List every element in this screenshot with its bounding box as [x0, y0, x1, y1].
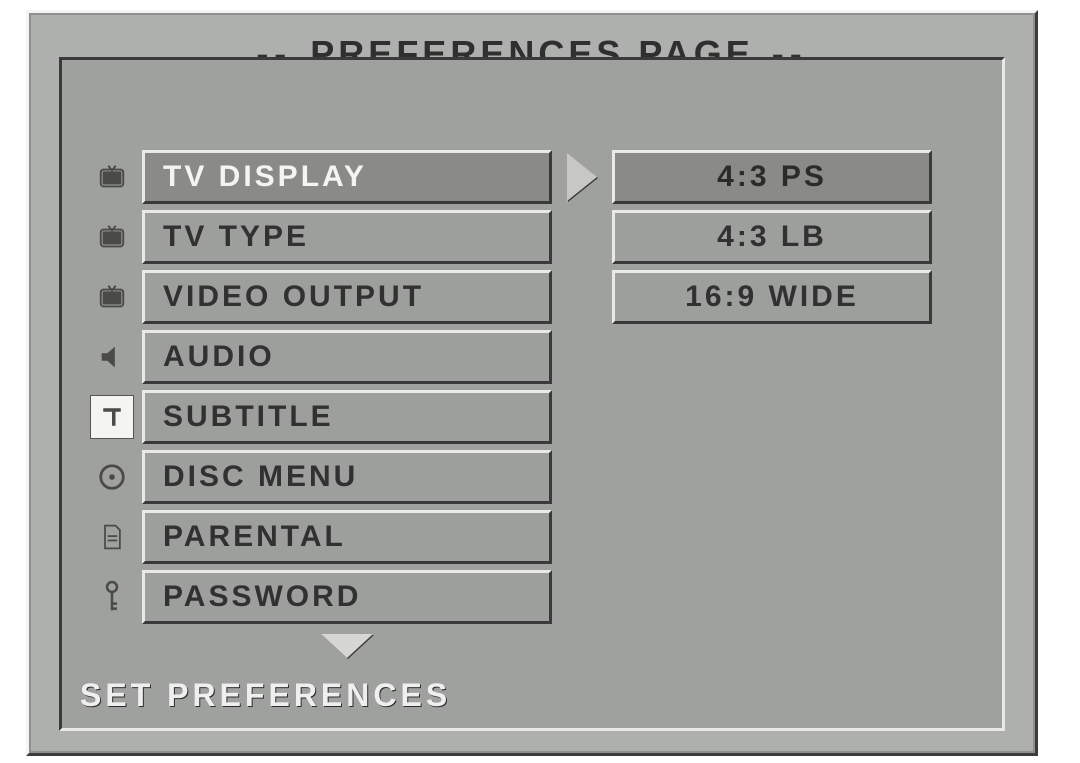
content-panel: TV DISPLAY 4:3 PS TV TYPE — [59, 57, 1005, 731]
menu-row-video-output: VIDEO OUTPUT 16:9 WIDE — [82, 270, 1002, 324]
menu-item-label: PARENTAL — [163, 520, 346, 554]
text-icon — [90, 395, 134, 439]
key-icon — [91, 576, 133, 618]
document-icon — [91, 516, 133, 558]
footer-hint: SET PREFERENCES — [80, 677, 451, 714]
menu-item-video-output[interactable]: VIDEO OUTPUT — [142, 270, 552, 324]
tv-icon — [91, 216, 133, 258]
value-option-label: 4:3 LB — [717, 220, 827, 254]
menu-item-subtitle[interactable]: SUBTITLE — [142, 390, 552, 444]
preferences-dialog: --PREFERENCES PAGE-- TV DISPLAY 4:3 PS — [26, 10, 1038, 756]
menu-row-subtitle: SUBTITLE — [82, 390, 1002, 444]
menu-row-password: PASSWORD — [82, 570, 1002, 624]
menu-item-label: DISC MENU — [163, 460, 358, 494]
menu-item-label: VIDEO OUTPUT — [163, 280, 424, 314]
menu-item-tv-display[interactable]: TV DISPLAY — [142, 150, 552, 204]
menu-column: TV DISPLAY 4:3 PS TV TYPE — [62, 150, 1002, 672]
menu-row-audio: AUDIO — [82, 330, 1002, 384]
value-option-4-3-ps[interactable]: 4:3 PS — [612, 150, 932, 204]
menu-item-label: SUBTITLE — [163, 400, 334, 434]
scroll-down-icon[interactable] — [142, 630, 552, 672]
value-option-4-3-lb[interactable]: 4:3 LB — [612, 210, 932, 264]
chevron-right-icon — [552, 150, 612, 204]
menu-row-disc-menu: DISC MENU — [82, 450, 1002, 504]
speaker-icon — [91, 336, 133, 378]
menu-item-parental[interactable]: PARENTAL — [142, 510, 552, 564]
disc-icon — [91, 456, 133, 498]
value-option-16-9-wide[interactable]: 16:9 WIDE — [612, 270, 932, 324]
menu-row-tv-type: TV TYPE 4:3 LB — [82, 210, 1002, 264]
tv-icon — [91, 276, 133, 318]
menu-item-disc-menu[interactable]: DISC MENU — [142, 450, 552, 504]
menu-row-tv-display: TV DISPLAY 4:3 PS — [82, 150, 1002, 204]
menu-row-parental: PARENTAL — [82, 510, 1002, 564]
menu-item-audio[interactable]: AUDIO — [142, 330, 552, 384]
value-option-label: 16:9 WIDE — [685, 280, 859, 314]
menu-item-tv-type[interactable]: TV TYPE — [142, 210, 552, 264]
menu-item-label: TV TYPE — [163, 220, 309, 254]
menu-item-label: PASSWORD — [163, 580, 361, 614]
menu-item-password[interactable]: PASSWORD — [142, 570, 552, 624]
menu-item-label: AUDIO — [163, 340, 275, 374]
tv-icon — [91, 156, 133, 198]
menu-item-label: TV DISPLAY — [163, 160, 367, 194]
value-option-label: 4:3 PS — [717, 160, 827, 194]
